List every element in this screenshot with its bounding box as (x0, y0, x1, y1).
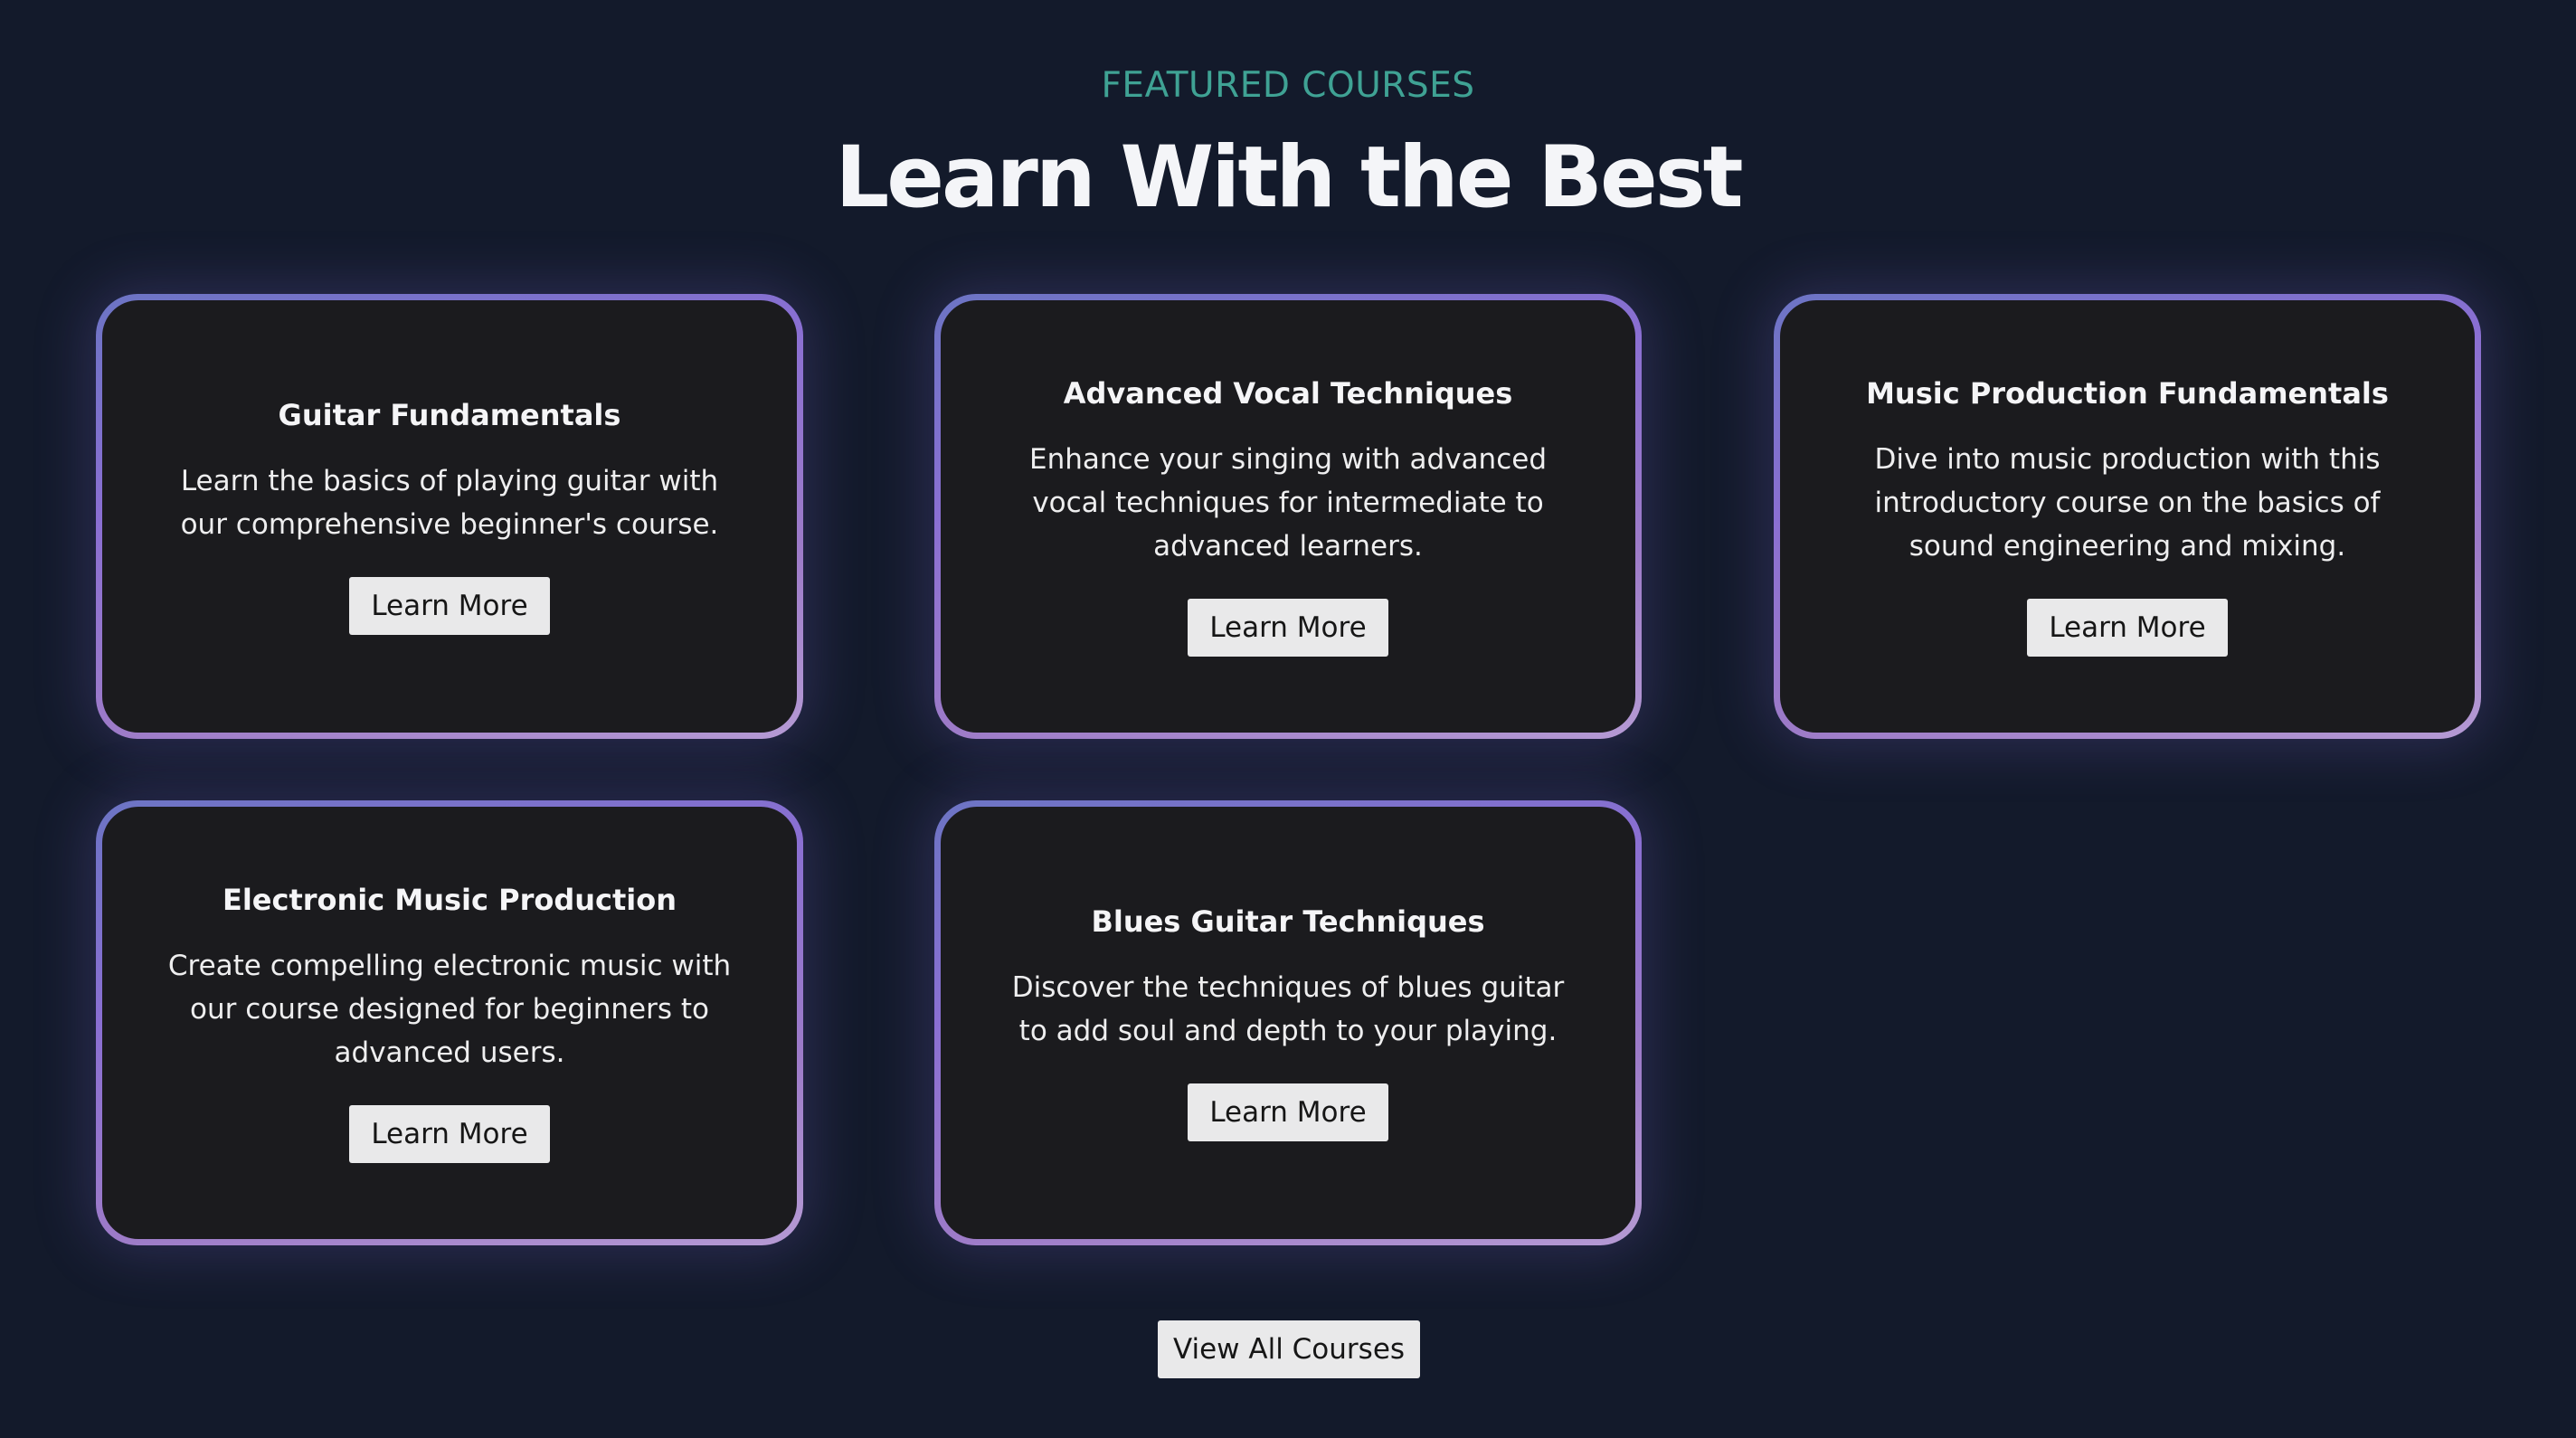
course-card-guitar-fundamentals: Guitar Fundamentals Learn the basics of … (96, 294, 803, 739)
featured-courses-section: FEATURED COURSES Learn With the Best Gui… (0, 0, 2576, 1438)
learn-more-button[interactable]: Learn More (1188, 599, 1388, 657)
course-title: Blues Guitar Techniques (1091, 904, 1485, 939)
course-title: Electronic Music Production (222, 883, 677, 917)
section-eyebrow: FEATURED COURSES (1101, 65, 1475, 106)
course-card-body: Music Production Fundamentals Dive into … (1780, 300, 2475, 733)
section-headline: Learn With the Best (835, 128, 1743, 227)
course-card-blues-guitar-techniques: Blues Guitar Techniques Discover the tec… (934, 800, 1642, 1245)
course-card-electronic-music-production: Electronic Music Production Create compe… (96, 800, 803, 1245)
view-all-courses-button[interactable]: View All Courses (1158, 1320, 1420, 1378)
course-description: Dive into music production with this int… (1874, 443, 2381, 563)
learn-more-button[interactable]: Learn More (349, 1105, 550, 1163)
course-title: Music Production Fundamentals (1866, 376, 2389, 411)
course-description: Enhance your singing with advanced vocal… (1028, 443, 1548, 563)
learn-more-button[interactable]: Learn More (349, 577, 550, 635)
course-card-body: Blues Guitar Techniques Discover the tec… (941, 807, 1635, 1239)
course-description: Learn the basics of playing guitar with … (180, 465, 719, 541)
course-card-body: Electronic Music Production Create compe… (102, 807, 797, 1239)
course-title: Guitar Fundamentals (278, 398, 621, 432)
course-description: Create compelling electronic music with … (167, 950, 732, 1069)
course-card-body: Advanced Vocal Techniques Enhance your s… (941, 300, 1635, 733)
course-card-body: Guitar Fundamentals Learn the basics of … (102, 300, 797, 733)
learn-more-button[interactable]: Learn More (1188, 1083, 1388, 1141)
learn-more-button[interactable]: Learn More (2027, 599, 2228, 657)
course-description: Discover the techniques of blues guitar … (1011, 971, 1565, 1047)
course-card-advanced-vocal-techniques: Advanced Vocal Techniques Enhance your s… (934, 294, 1642, 739)
course-card-music-production-fundamentals: Music Production Fundamentals Dive into … (1774, 294, 2481, 739)
course-title: Advanced Vocal Techniques (1063, 376, 1513, 411)
